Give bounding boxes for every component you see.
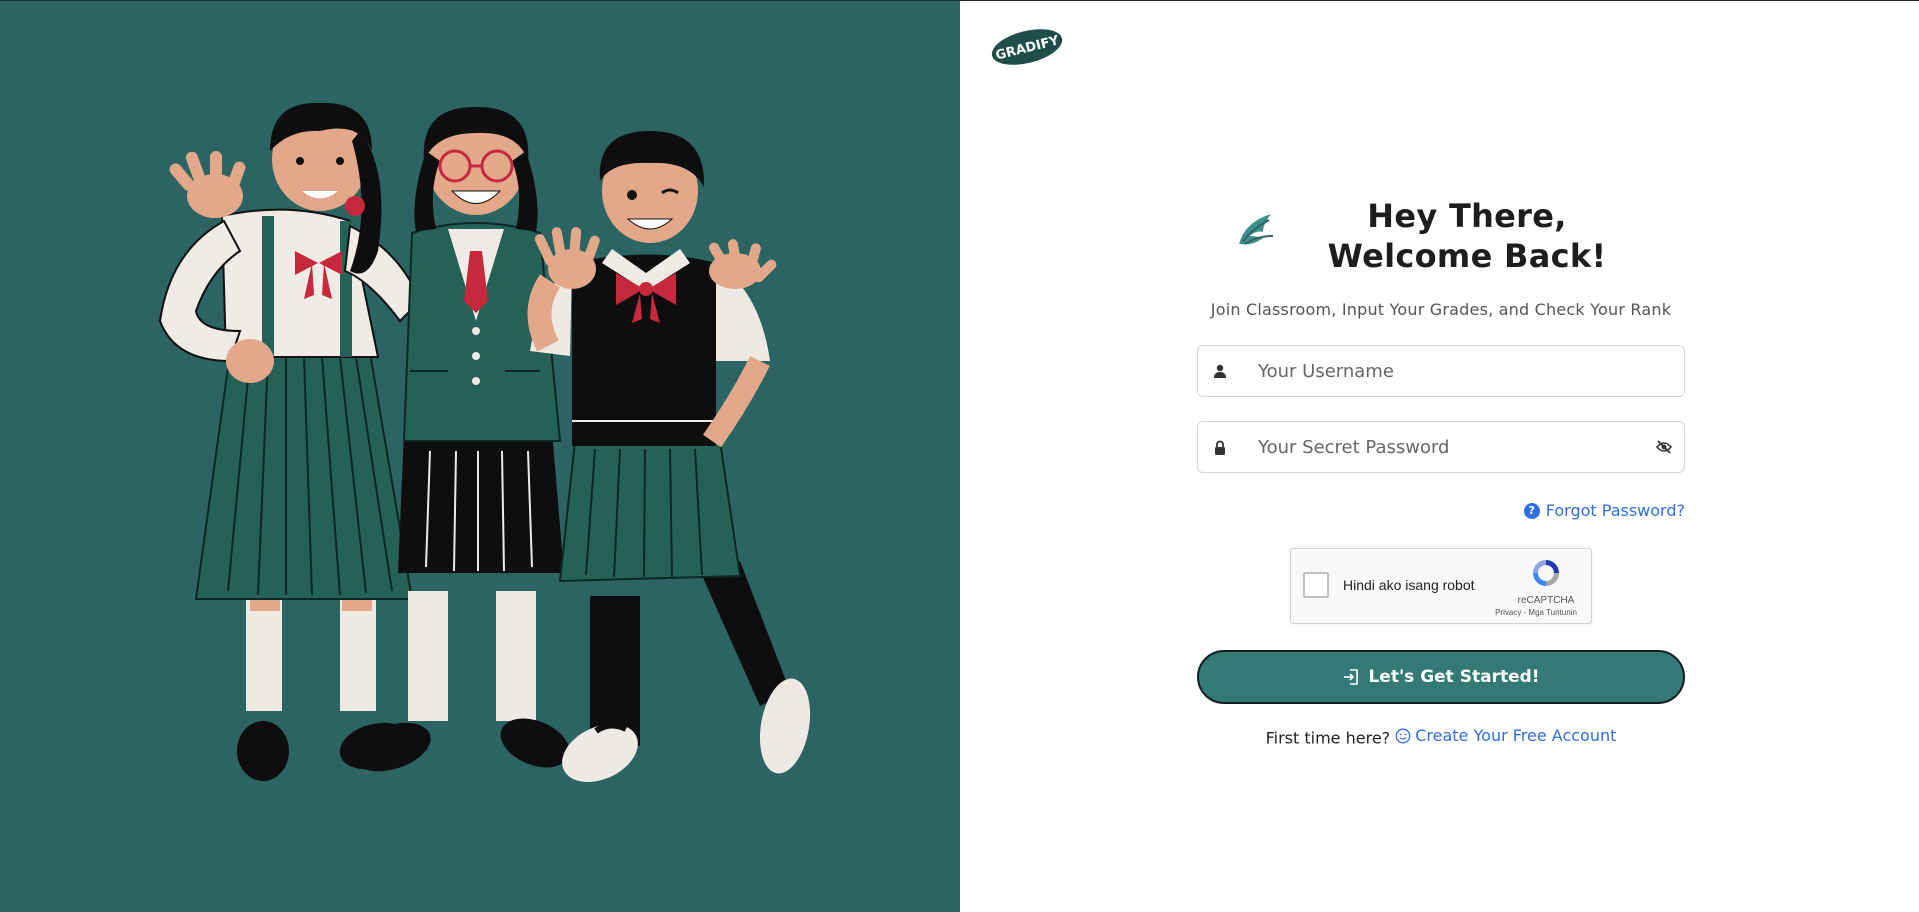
submit-button-label: Let's Get Started!: [1368, 667, 1540, 687]
password-input[interactable]: [1242, 422, 1644, 472]
girl-right-figure: [527, 131, 811, 783]
recaptcha-links[interactable]: Privacy - Mga Tuntunin: [1491, 608, 1581, 617]
forgot-password-label: Forgot Password?: [1545, 501, 1685, 520]
recaptcha-branding: reCAPTCHA Privacy - Mga Tuntunin: [1495, 557, 1581, 617]
login-page: GRADIFY Hey There, Welcome Back! Join Cl…: [0, 0, 1919, 912]
submit-button[interactable]: Let's Get Started!: [1197, 650, 1685, 704]
recaptcha-widget: Hindi ako isang robot reCAPTCHA Privacy …: [1290, 548, 1592, 624]
forgot-row: ? Forgot Password?: [1197, 499, 1685, 520]
signup-row: First time here? Create Your Free Accoun…: [1197, 726, 1685, 748]
username-input[interactable]: [1242, 346, 1684, 396]
question-circle-icon: ?: [1523, 502, 1540, 519]
create-account-link[interactable]: Create Your Free Account: [1395, 726, 1616, 745]
recaptcha-brand-text: reCAPTCHA: [1517, 595, 1575, 606]
page-title: Hey There, Welcome Back!: [1327, 197, 1607, 275]
students-illustration: [158, 102, 811, 783]
user-icon: [1198, 346, 1242, 396]
signup-prompt: First time here?: [1265, 728, 1391, 748]
username-field: [1197, 345, 1685, 397]
forgot-password-link[interactable]: ? Forgot Password?: [1523, 501, 1685, 520]
recaptcha-checkbox[interactable]: [1303, 572, 1329, 598]
sign-in-icon: [1344, 669, 1359, 685]
recaptcha-logo-icon: [1533, 560, 1559, 586]
login-form: Hey There, Welcome Back! Join Classroom,…: [1197, 196, 1685, 748]
eye-slash-icon[interactable]: [1644, 422, 1684, 472]
page-subtitle: Join Classroom, Input Your Grades, and C…: [1210, 300, 1672, 319]
gradify-logo[interactable]: GRADIFY: [990, 25, 1064, 65]
smile-icon: [1395, 728, 1411, 743]
password-field: [1197, 421, 1685, 473]
recaptcha-label: Hindi ako isang robot: [1343, 577, 1475, 593]
girl-left-figure: [158, 102, 422, 781]
login-panel: GRADIFY Hey There, Welcome Back! Join Cl…: [960, 1, 1919, 912]
hero-illustration-panel: [0, 1, 960, 912]
create-account-label: Create Your Free Account: [1415, 726, 1617, 745]
lock-icon: [1198, 422, 1242, 472]
title-row: Hey There, Welcome Back!: [1197, 196, 1685, 276]
wing-icon: [1239, 214, 1274, 245]
